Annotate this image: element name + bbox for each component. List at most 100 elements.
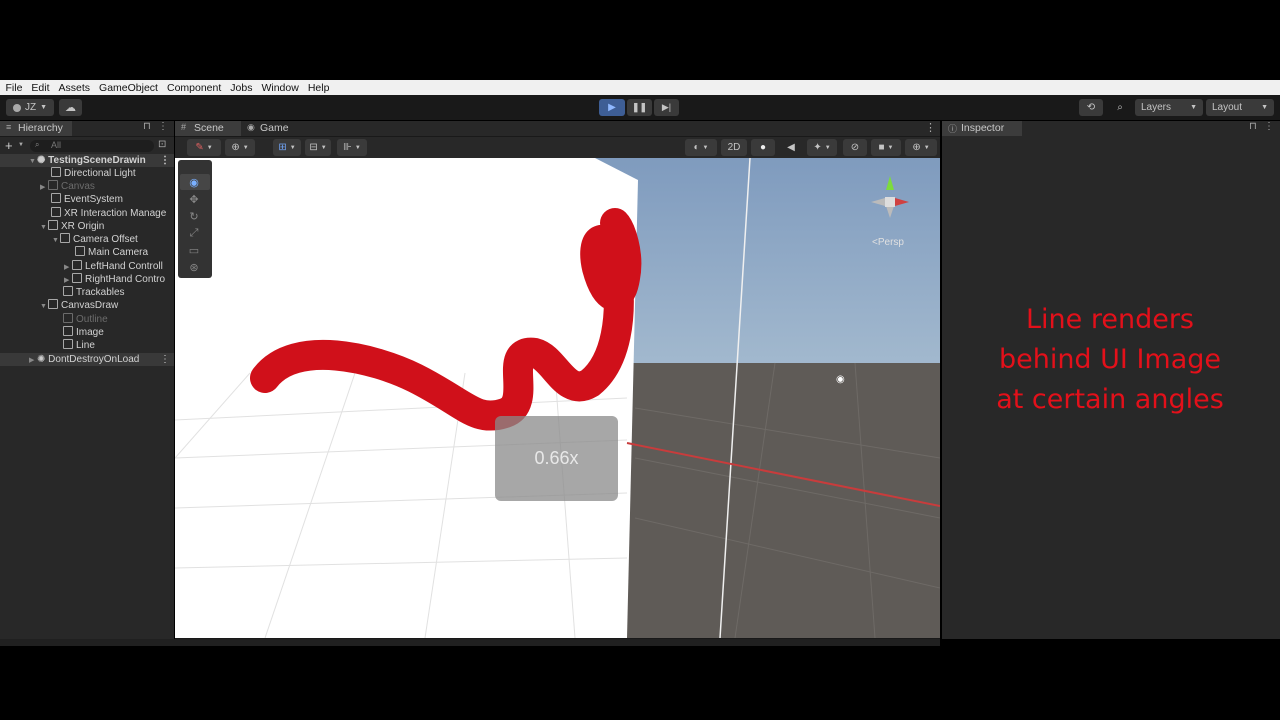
orientation-gizmo[interactable] xyxy=(865,168,915,228)
search-input[interactable]: ⌕ All xyxy=(30,140,154,152)
chevron-down-icon: ▼ xyxy=(702,144,709,151)
inspector-tab[interactable]: ⓘ Inspector xyxy=(942,121,1022,136)
caption-line-1: Line renders xyxy=(1026,304,1194,335)
list-item-label: CanvasDraw xyxy=(61,300,119,311)
menu-assets[interactable]: Assets xyxy=(55,82,94,94)
brush-icon: ✎ xyxy=(195,142,204,153)
list-item-label: LeftHand Controll xyxy=(85,261,163,272)
cloud-button[interactable]: ☁ xyxy=(59,99,82,116)
list-item[interactable]: ▼✺ TestingSceneDrawin ⋮ xyxy=(0,154,174,167)
menu-component[interactable]: Component xyxy=(163,82,224,94)
more-menu-icon[interactable]: ⋮ xyxy=(1264,121,1274,132)
filter-icon[interactable]: ⊡ xyxy=(158,139,166,150)
shading-dropdown[interactable]: ◐ ▼ xyxy=(685,139,717,156)
visibility-toggle[interactable]: ⊘ xyxy=(843,139,867,156)
gameobject-icon xyxy=(48,180,58,190)
list-item[interactable]: ▶ LeftHand Controll xyxy=(0,260,174,273)
play-button[interactable]: ▶ xyxy=(599,99,625,116)
chevron-down-icon: ▼ xyxy=(289,144,296,151)
history-button[interactable]: ⟲ xyxy=(1079,99,1103,116)
camera-dropdown[interactable]: ■ ▼ xyxy=(871,139,901,156)
menu-gameobject[interactable]: GameObject xyxy=(96,82,162,94)
list-item[interactable]: Directional Light xyxy=(0,167,174,180)
gameobject-icon xyxy=(72,260,82,270)
lock-icon[interactable]: ⊓ xyxy=(143,121,151,132)
expand-arrow-icon[interactable]: ▶ xyxy=(64,274,72,286)
menu-jobs[interactable]: Jobs xyxy=(227,82,256,94)
list-item[interactable]: EventSystem xyxy=(0,193,174,206)
list-item[interactable]: Outline xyxy=(0,313,174,326)
search-placeholder: All xyxy=(51,140,62,150)
scale-tool-icon[interactable]: ⤢ xyxy=(184,225,204,241)
list-item[interactable]: ▼ XR Origin xyxy=(0,220,174,233)
list-item[interactable]: Trackables xyxy=(0,286,174,299)
menu-help[interactable]: Help xyxy=(304,82,333,94)
perspective-label[interactable]: <Persp xyxy=(872,237,904,248)
list-item[interactable]: ▼ CanvasDraw xyxy=(0,299,174,312)
add-icon[interactable]: + xyxy=(5,138,13,153)
global-dropdown[interactable]: ⊕ ▼ xyxy=(225,139,255,156)
chevron-down-icon[interactable]: ▼ xyxy=(18,142,24,148)
list-item[interactable]: Image xyxy=(0,326,174,339)
list-item[interactable]: ▼ Camera Offset xyxy=(0,233,174,246)
audio-toggle[interactable]: ◀ xyxy=(779,139,803,156)
list-item[interactable]: Line xyxy=(0,339,174,352)
snap-dropdown[interactable]: ⊟ ▼ xyxy=(305,139,331,156)
menu-window[interactable]: Window xyxy=(258,82,302,94)
transform-tool-icon[interactable]: ⊛ xyxy=(184,259,204,275)
layout-dropdown[interactable]: Layout ▼ xyxy=(1206,99,1274,116)
layers-dropdown[interactable]: Layers ▼ xyxy=(1135,99,1203,116)
caption-line-2: behind UI Image xyxy=(998,344,1222,375)
search-button[interactable]: ⌕ xyxy=(1108,99,1132,116)
rect-tool-icon[interactable]: ▭ xyxy=(184,242,204,258)
expand-arrow-icon[interactable]: ▶ xyxy=(64,261,72,273)
scene-icon: ✺ xyxy=(37,155,46,166)
gizmos-dropdown[interactable]: ⊕ ▼ xyxy=(905,139,937,156)
list-item[interactable]: ▶ Canvas xyxy=(0,180,174,193)
list-item[interactable]: ▶ RightHand Contro xyxy=(0,273,174,286)
step-button[interactable]: ▶| xyxy=(654,99,679,116)
expand-arrow-icon[interactable]: ▼ xyxy=(29,155,37,167)
more-menu-icon[interactable]: ⋮ xyxy=(160,353,170,366)
expand-arrow-icon[interactable]: ▶ xyxy=(40,181,48,193)
account-dropdown[interactable]: JZ ▼ xyxy=(6,99,54,116)
expand-arrow-icon[interactable]: ▼ xyxy=(52,234,60,246)
draw-mode-dropdown[interactable]: ✎ ▼ xyxy=(187,139,221,156)
list-item[interactable]: XR Interaction Manage xyxy=(0,207,174,220)
list-item[interactable]: Main Camera xyxy=(0,246,174,259)
list-item-label: Outline xyxy=(76,314,108,325)
lighting-toggle[interactable]: ● xyxy=(751,139,775,156)
move-tool-icon[interactable]: ✥ xyxy=(184,191,204,207)
rotate-tool-icon[interactable]: ↻ xyxy=(184,208,204,224)
tab-scene-label: Scene xyxy=(194,122,224,134)
menu-file[interactable]: File xyxy=(2,82,26,94)
lock-icon[interactable]: ⊓ xyxy=(1249,121,1257,132)
list-item-label: Camera Offset xyxy=(73,234,138,245)
effects-dropdown[interactable]: ✦ ▼ xyxy=(807,139,837,156)
chevron-down-icon: ▼ xyxy=(320,144,327,151)
list-item[interactable]: ▶ ✺ DontDestroyOnLoad ⋮ xyxy=(0,353,174,366)
grid-snap-dropdown[interactable]: ⊞ ▼ xyxy=(273,139,301,156)
hierarchy-search-row: + ▼ ⌕ All ⊡ xyxy=(0,138,174,154)
gameobject-icon xyxy=(48,220,58,230)
scene-viewport[interactable]: 0.66x ◉ ✥ ↻ ⤢ ▭ ⊛ <Persp ◉ xyxy=(175,158,940,638)
pause-button[interactable]: ❚❚ xyxy=(627,99,652,116)
more-menu-icon[interactable]: ⋮ xyxy=(160,154,170,167)
hand-tool-icon[interactable]: ◉ xyxy=(184,174,204,190)
gameobject-icon xyxy=(48,299,58,309)
expand-arrow-icon[interactable]: ▼ xyxy=(40,221,48,233)
list-item-label: XR Interaction Manage xyxy=(64,208,167,219)
expand-arrow-icon[interactable]: ▶ xyxy=(29,354,37,366)
speaker-icon: ◀ xyxy=(787,142,795,153)
menu-edit[interactable]: Edit xyxy=(28,82,53,94)
more-menu-icon[interactable]: ⋮ xyxy=(925,121,936,134)
gameobject-icon xyxy=(51,207,61,217)
tab-scene[interactable]: # Scene xyxy=(175,121,241,136)
expand-arrow-icon[interactable]: ▼ xyxy=(40,300,48,312)
list-item-label: TestingSceneDrawin xyxy=(48,155,146,166)
more-menu-icon[interactable]: ⋮ xyxy=(158,121,168,132)
increment-snap-dropdown[interactable]: ⊪ ▼ xyxy=(337,139,367,156)
list-icon: ≡ xyxy=(6,122,12,132)
toggle-2d-button[interactable]: 2D xyxy=(721,139,747,156)
tab-game[interactable]: ◉ Game xyxy=(245,121,305,136)
